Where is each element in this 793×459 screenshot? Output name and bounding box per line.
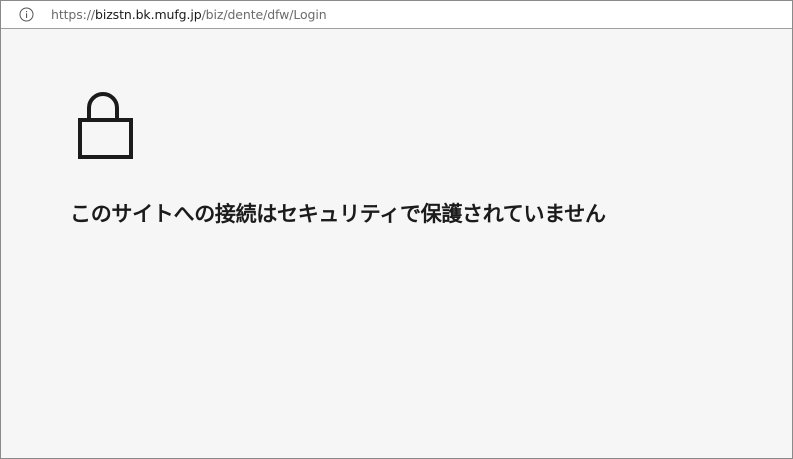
page-content: このサイトへの接続はセキュリティで保護されていません [1,30,792,458]
page-title: このサイトへの接続はセキュリティで保護されていません [70,202,606,226]
browser-window: https://bizstn.bk.mufg.jp/biz/dente/dfw/… [0,0,793,459]
url-path: /biz/dente/dfw/Login [201,7,327,22]
info-icon[interactable] [19,7,34,22]
unlocked-padlock-icon [78,88,134,160]
url-text[interactable]: https://bizstn.bk.mufg.jp/biz/dente/dfw/… [51,6,327,24]
url-host: bizstn.bk.mufg.jp [95,7,202,22]
url-scheme: https:// [51,7,96,22]
address-bar[interactable]: https://bizstn.bk.mufg.jp/biz/dente/dfw/… [1,1,792,29]
